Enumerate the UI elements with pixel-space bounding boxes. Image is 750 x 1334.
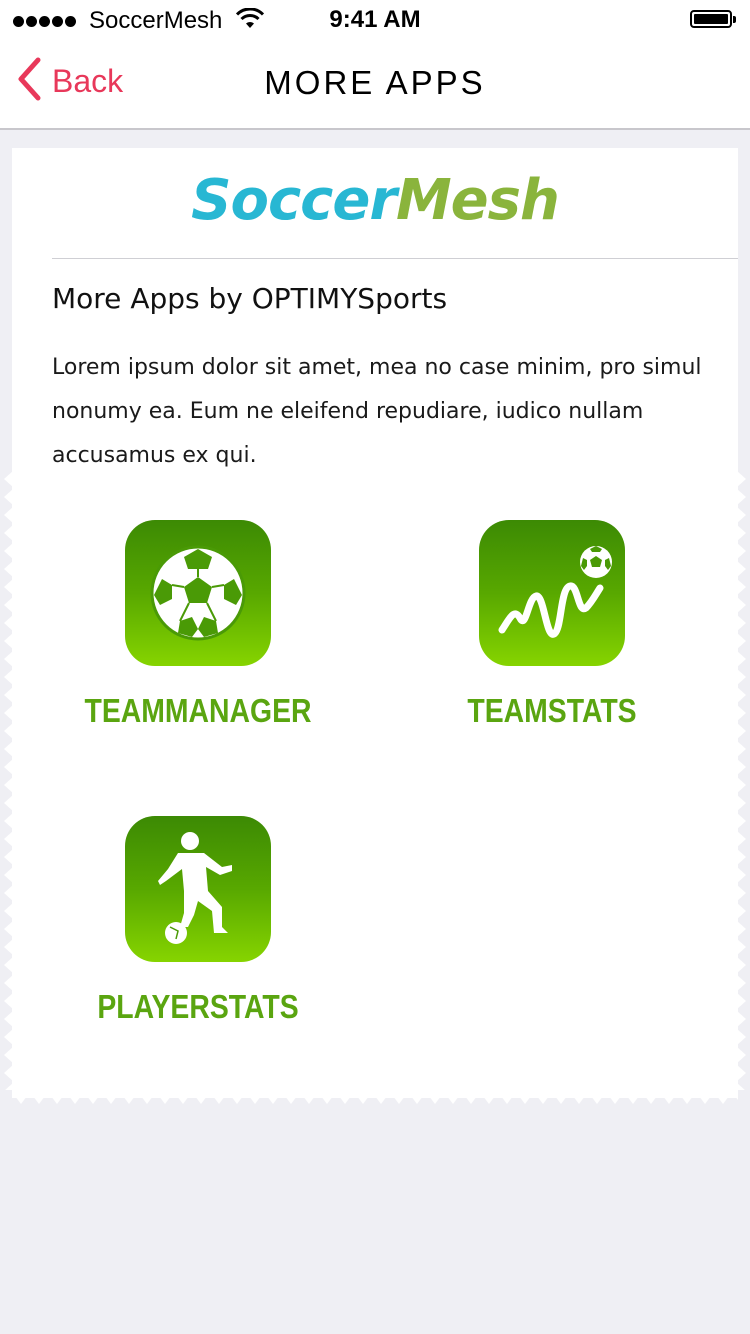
soccermesh-logo: SoccerMesh [191, 168, 560, 233]
more-apps-card: SoccerMesh More Apps by OPTIMYSports Lor… [12, 148, 738, 1098]
divider [52, 258, 738, 259]
player-icon [125, 816, 271, 962]
app-name: PLAYERSTATS [97, 988, 299, 1025]
navigation-bar: Back MORE APPS [0, 40, 750, 130]
app-tile-teamstats[interactable]: TEAMSTATS [412, 520, 692, 730]
page-title: MORE APPS [264, 64, 486, 101]
app-name: TEAMMANAGER [84, 692, 312, 729]
app-tile-teammanager[interactable]: TEAMMANAGER [58, 520, 338, 730]
battery-icon [690, 10, 736, 28]
stats-wave-icon [479, 520, 625, 666]
status-bar: SoccerMesh 9:41 AM [0, 0, 750, 40]
soccer-ball-icon [125, 520, 271, 666]
app-name: TEAMSTATS [467, 692, 637, 729]
status-time: 9:41 AM [329, 6, 421, 33]
section-title: More Apps by OPTIMYSports [52, 282, 448, 315]
section-description: Lorem ipsum dolor sit amet, mea no case … [52, 355, 702, 468]
app-tile-playerstats[interactable]: PLAYERSTATS [58, 816, 338, 1026]
